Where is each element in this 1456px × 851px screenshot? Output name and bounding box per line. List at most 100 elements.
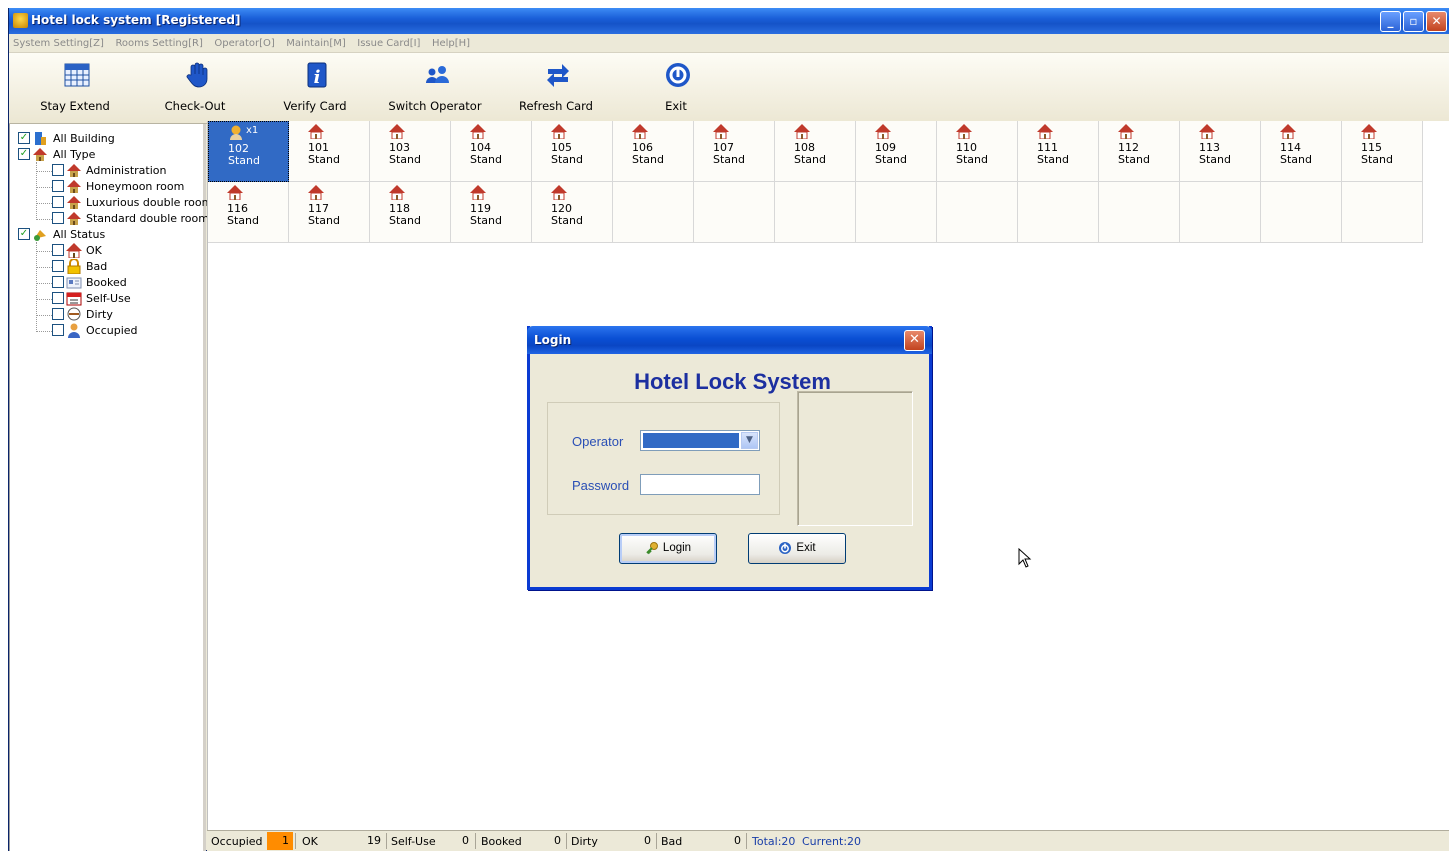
all-type-checkbox[interactable]: ✓ (18, 148, 30, 160)
type-checkbox[interactable] (52, 164, 64, 176)
stay-extend-button[interactable]: Stay Extend (20, 59, 130, 119)
menu-maintain[interactable]: Maintain[M] (282, 34, 349, 49)
room-tile[interactable]: 111 Stand (1018, 121, 1099, 182)
house-icon (67, 212, 81, 225)
menu-issue-card[interactable]: Issue Card[I] (353, 34, 424, 49)
exit-dialog-button[interactable]: Exit (748, 533, 846, 564)
close-button[interactable]: ✕ (1426, 11, 1447, 32)
room-tile[interactable]: 109 Stand (856, 121, 937, 182)
all-status-checkbox[interactable]: ✓ (18, 228, 30, 240)
house-icon (1280, 124, 1296, 139)
operator-select[interactable]: ▼ (640, 430, 760, 451)
room-tile[interactable]: x1 102 Stand (208, 121, 289, 182)
restore-button[interactable]: ▫ (1403, 11, 1424, 32)
house-icon (470, 124, 486, 139)
dirty-label: Dirty (571, 835, 598, 848)
empty-room-cell (694, 182, 775, 243)
room-tile[interactable]: 110 Stand (937, 121, 1018, 182)
calendar-icon (64, 63, 90, 87)
status-checkbox[interactable] (52, 292, 64, 304)
menu-help[interactable]: Help[H] (428, 34, 474, 49)
house-icon (1037, 124, 1053, 139)
exit-button[interactable]: Exit (621, 59, 731, 119)
room-status: Stand (470, 153, 502, 166)
login-dialog: Login ✕ Hotel Lock System Operator ▼ Pas… (527, 326, 932, 590)
empty-room-cell (1018, 182, 1099, 243)
all-building-label: All Building (53, 132, 115, 145)
verify-card-label: Verify Card (283, 99, 347, 113)
room-status: Stand (632, 153, 664, 166)
refresh-icon (547, 64, 569, 87)
house-icon (66, 243, 82, 258)
house-icon (794, 124, 810, 139)
power-icon (666, 63, 690, 87)
empty-room-cell (1099, 182, 1180, 243)
status-checkbox[interactable] (52, 324, 64, 336)
room-tile[interactable]: 117 Stand (289, 182, 370, 243)
check-out-label: Check-Out (164, 99, 226, 113)
room-tile[interactable]: 101 Stand (289, 121, 370, 182)
room-status: Stand (228, 154, 260, 167)
filter-tree: ✓ All Building ✓ All Type Administration… (9, 124, 212, 851)
svg-text:i: i (314, 67, 321, 88)
status-checkbox[interactable] (52, 260, 64, 272)
house-icon (33, 148, 47, 161)
room-tile[interactable]: 103 Stand (370, 121, 451, 182)
key-icon (646, 541, 658, 555)
house-icon (67, 196, 81, 209)
room-tile[interactable]: 112 Stand (1099, 121, 1180, 182)
menu-operator[interactable]: Operator[O] (210, 34, 278, 49)
all-building-checkbox[interactable]: ✓ (18, 132, 30, 144)
empty-room-cell (1180, 182, 1261, 243)
type-checkbox[interactable] (52, 196, 64, 208)
switch-operator-button[interactable]: Switch Operator (380, 59, 490, 119)
login-button[interactable]: Login (619, 533, 717, 564)
lock-icon (67, 259, 81, 274)
status-label: Dirty (86, 308, 113, 321)
room-tile[interactable]: 108 Stand (775, 121, 856, 182)
room-tile[interactable]: 116 Stand (208, 182, 289, 243)
house-icon (308, 185, 324, 200)
room-tile[interactable]: 119 Stand (451, 182, 532, 243)
room-tile[interactable]: 120 Stand (532, 182, 613, 243)
room-tile[interactable]: 104 Stand (451, 121, 532, 182)
title-bar[interactable]: Hotel lock system [Registered] _ ▫ ✕ (9, 8, 1449, 34)
menu-rooms-setting[interactable]: Rooms Setting[R] (111, 34, 206, 49)
house-icon (551, 185, 567, 200)
dirty-count: 0 (644, 834, 651, 847)
status-checkbox[interactable] (52, 244, 64, 256)
type-checkbox[interactable] (52, 212, 64, 224)
room-status: Stand (227, 214, 259, 227)
house-icon (551, 124, 567, 139)
room-status: Stand (1361, 153, 1393, 166)
menu-system-setting[interactable]: System Setting[Z] (9, 34, 108, 49)
room-tile[interactable]: 115 Stand (1342, 121, 1423, 182)
refresh-card-button[interactable]: Refresh Card (501, 59, 611, 119)
person-icon (68, 323, 80, 338)
status-checkbox[interactable] (52, 308, 64, 320)
chevron-down-icon[interactable]: ▼ (741, 432, 758, 449)
login-close-button[interactable]: ✕ (904, 330, 925, 351)
empty-room-cell (1342, 182, 1423, 243)
window-title: Hotel lock system [Registered] (31, 13, 241, 27)
room-tile[interactable]: 113 Stand (1180, 121, 1261, 182)
self-use-count: 0 (462, 834, 469, 847)
status-checkbox[interactable] (52, 276, 64, 288)
check-out-button[interactable]: Check-Out (140, 59, 250, 119)
house-icon (470, 185, 486, 200)
type-checkbox[interactable] (52, 180, 64, 192)
password-input[interactable] (640, 474, 760, 495)
house-icon (308, 124, 324, 139)
login-title-bar[interactable]: Login ✕ (527, 326, 932, 354)
toolbar: Stay Extend Check-Out i Verify Card Swit… (9, 52, 1449, 124)
switch-operator-label: Switch Operator (388, 99, 482, 113)
room-tile[interactable]: 107 Stand (694, 121, 775, 182)
room-tile[interactable]: 106 Stand (613, 121, 694, 182)
room-tile[interactable]: 118 Stand (370, 182, 451, 243)
room-tile[interactable]: 105 Stand (532, 121, 613, 182)
room-status: Stand (1199, 153, 1231, 166)
minimize-button[interactable]: _ (1380, 11, 1401, 32)
verify-card-button[interactable]: i Verify Card (260, 59, 370, 119)
refresh-card-label: Refresh Card (519, 99, 593, 113)
room-tile[interactable]: 114 Stand (1261, 121, 1342, 182)
